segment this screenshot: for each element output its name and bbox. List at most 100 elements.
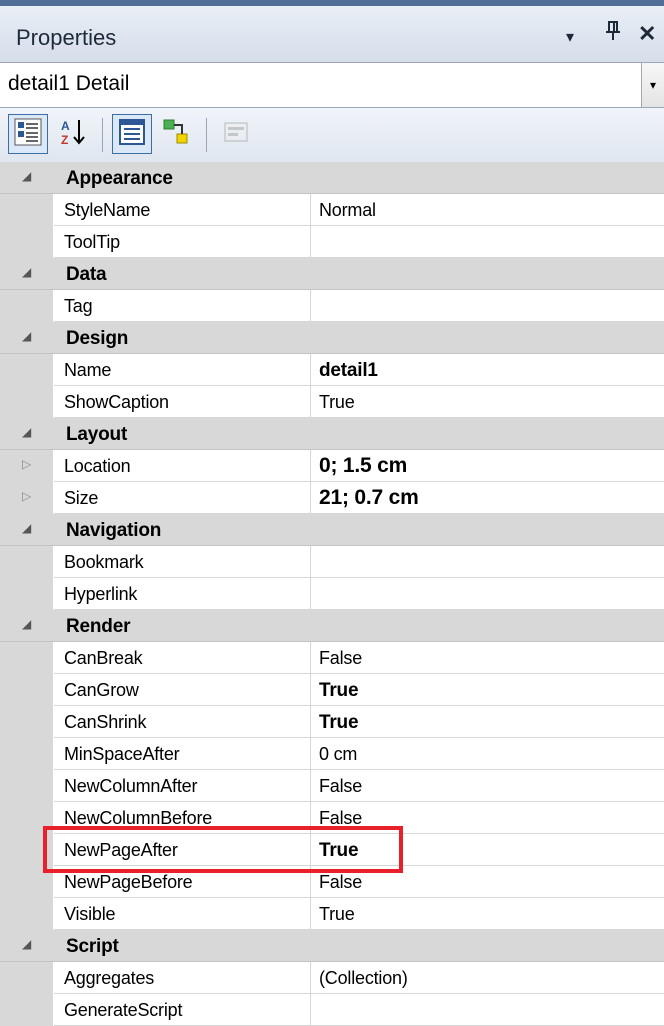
category-row[interactable]: ◢ Data <box>0 258 664 290</box>
property-name-cell[interactable]: Location <box>54 450 311 482</box>
property-value[interactable]: False <box>319 808 362 829</box>
property-row[interactable]: NewColumnAfter False <box>0 770 664 802</box>
property-value[interactable]: detail1 <box>319 360 378 382</box>
property-value[interactable]: True <box>319 712 359 734</box>
property-name-cell[interactable]: Bookmark <box>54 546 311 578</box>
property-value-cell[interactable]: 21; 0.7 cm <box>311 482 664 514</box>
object-selector[interactable]: detail1 Detail ▾ <box>0 62 664 108</box>
property-value-cell[interactable] <box>311 546 664 578</box>
collapse-icon[interactable]: ◢ <box>22 169 31 183</box>
category-row[interactable]: ◢ Script <box>0 930 664 962</box>
property-value[interactable]: True <box>319 680 359 702</box>
collapse-icon[interactable]: ◢ <box>22 425 31 439</box>
property-value-cell[interactable]: False <box>311 866 664 898</box>
property-row[interactable]: CanShrink True <box>0 706 664 738</box>
property-name-cell[interactable]: CanGrow <box>54 674 311 706</box>
property-name-cell[interactable]: Name <box>54 354 311 386</box>
property-row[interactable]: StyleName Normal <box>0 194 664 226</box>
property-row[interactable]: Aggregates (Collection) <box>0 962 664 994</box>
property-value[interactable]: 21; 0.7 cm <box>319 486 419 510</box>
category-row[interactable]: ◢ Design <box>0 322 664 354</box>
property-name-cell[interactable]: NewColumnBefore <box>54 802 311 834</box>
property-name-cell[interactable]: MinSpaceAfter <box>54 738 311 770</box>
property-name-cell[interactable]: CanBreak <box>54 642 311 674</box>
property-row[interactable]: Tag <box>0 290 664 322</box>
property-name-cell[interactable]: Size <box>54 482 311 514</box>
property-value-cell[interactable] <box>311 994 664 1026</box>
property-value-cell[interactable] <box>311 290 664 322</box>
property-name-cell[interactable]: CanShrink <box>54 706 311 738</box>
property-value-cell[interactable] <box>311 578 664 610</box>
chevron-down-icon[interactable]: ▾ <box>641 63 664 107</box>
properties-button[interactable] <box>112 114 152 154</box>
category-row[interactable]: ◢ Navigation <box>0 514 664 546</box>
property-row[interactable]: ToolTip <box>0 226 664 258</box>
property-row[interactable]: Name detail1 <box>0 354 664 386</box>
property-row[interactable]: Hyperlink <box>0 578 664 610</box>
categorized-button[interactable] <box>8 114 48 154</box>
property-row[interactable]: NewPageAfter True <box>0 834 664 866</box>
collapse-icon[interactable]: ◢ <box>22 521 31 535</box>
property-row[interactable]: NewPageBefore False <box>0 866 664 898</box>
property-name-cell[interactable]: ShowCaption <box>54 386 311 418</box>
property-row[interactable]: ShowCaption True <box>0 386 664 418</box>
property-value-cell[interactable]: True <box>311 386 664 418</box>
property-name-cell[interactable]: Tag <box>54 290 311 322</box>
property-name-cell[interactable]: NewPageAfter <box>54 834 311 866</box>
property-name-cell[interactable]: GenerateScript <box>54 994 311 1026</box>
property-value[interactable]: True <box>319 840 359 862</box>
property-value-cell[interactable] <box>311 226 664 258</box>
pin-icon[interactable] <box>604 20 622 49</box>
property-row[interactable]: GenerateScript <box>0 994 664 1026</box>
property-value[interactable]: True <box>319 392 355 413</box>
property-value[interactable]: True <box>319 904 355 925</box>
category-row[interactable]: ◢ Layout <box>0 418 664 450</box>
expand-icon[interactable]: ▷ <box>22 457 31 471</box>
property-row[interactable]: MinSpaceAfter 0 cm <box>0 738 664 770</box>
property-name-cell[interactable]: Visible <box>54 898 311 930</box>
property-value[interactable]: False <box>319 648 362 669</box>
collapse-icon[interactable]: ◢ <box>22 329 31 343</box>
property-value-cell[interactable]: True <box>311 674 664 706</box>
property-name-cell[interactable]: Aggregates <box>54 962 311 994</box>
property-pages-button[interactable] <box>216 114 256 154</box>
property-value-cell[interactable]: 0; 1.5 cm <box>311 450 664 482</box>
property-value-cell[interactable]: 0 cm <box>311 738 664 770</box>
property-value-cell[interactable]: True <box>311 898 664 930</box>
property-row[interactable]: Bookmark <box>0 546 664 578</box>
property-value[interactable]: (Collection) <box>319 968 408 989</box>
window-position-dropdown-icon[interactable]: ▾ <box>566 24 574 52</box>
category-row[interactable]: ◢ Render <box>0 610 664 642</box>
property-name-cell[interactable]: Hyperlink <box>54 578 311 610</box>
category-row[interactable]: ◢ Appearance <box>0 162 664 194</box>
property-name-cell[interactable]: ToolTip <box>54 226 311 258</box>
property-row[interactable]: ▷ Size 21; 0.7 cm <box>0 482 664 514</box>
property-value[interactable]: 0 cm <box>319 744 357 765</box>
alphabetical-button[interactable]: AZ <box>54 114 94 154</box>
property-value[interactable]: False <box>319 776 362 797</box>
expand-icon[interactable]: ▷ <box>22 489 31 503</box>
property-value-cell[interactable]: detail1 <box>311 354 664 386</box>
property-name-cell[interactable]: NewColumnAfter <box>54 770 311 802</box>
collapse-icon[interactable]: ◢ <box>22 617 31 631</box>
property-value[interactable]: Normal <box>319 200 376 221</box>
property-value-cell[interactable]: (Collection) <box>311 962 664 994</box>
property-row[interactable]: ▷ Location 0; 1.5 cm <box>0 450 664 482</box>
property-value-cell[interactable]: False <box>311 642 664 674</box>
close-icon[interactable]: ✕ <box>638 20 656 48</box>
property-row[interactable]: Visible True <box>0 898 664 930</box>
property-value[interactable]: 0; 1.5 cm <box>319 454 407 478</box>
property-name-cell[interactable]: NewPageBefore <box>54 866 311 898</box>
property-value-cell[interactable]: True <box>311 834 664 866</box>
property-value-cell[interactable]: Normal <box>311 194 664 226</box>
property-row[interactable]: NewColumnBefore False <box>0 802 664 834</box>
property-row[interactable]: CanBreak False <box>0 642 664 674</box>
property-value-cell[interactable]: True <box>311 706 664 738</box>
property-name-cell[interactable]: StyleName <box>54 194 311 226</box>
collapse-icon[interactable]: ◢ <box>22 937 31 951</box>
events-button[interactable] <box>156 114 196 154</box>
property-value-cell[interactable]: False <box>311 802 664 834</box>
property-value-cell[interactable]: False <box>311 770 664 802</box>
property-value[interactable]: False <box>319 872 362 893</box>
collapse-icon[interactable]: ◢ <box>22 265 31 279</box>
